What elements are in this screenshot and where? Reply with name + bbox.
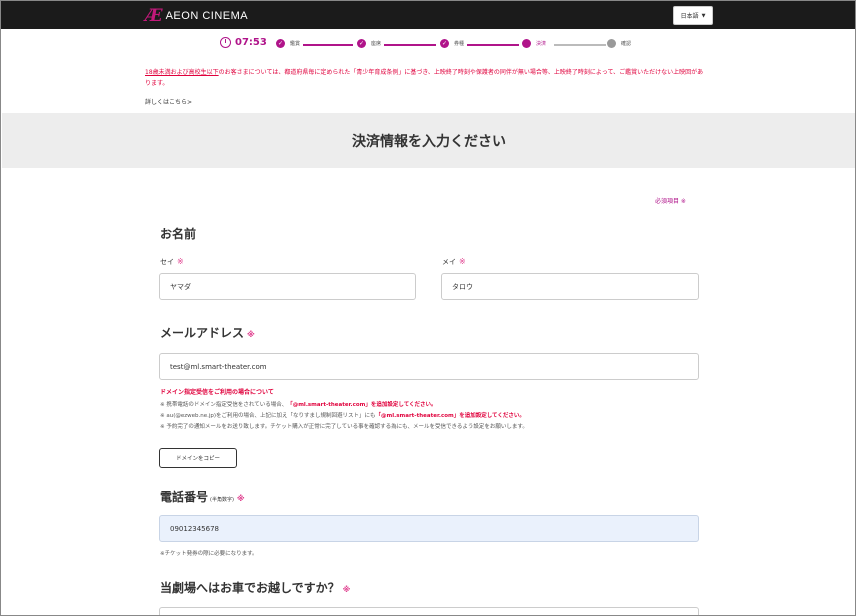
step-connector xyxy=(303,44,353,46)
phone-input[interactable]: 09012345678 xyxy=(159,515,699,542)
phone-section-title: 電話番号 (半角数字) ※ xyxy=(160,488,245,505)
email-note-2: ※ au(@ezweb.ne.jp)をご利用の場合、上記に加え「なりすまし規制回… xyxy=(160,411,720,422)
sei-value: ヤマダ xyxy=(170,282,191,291)
logo-mark-icon: Æ xyxy=(145,5,163,26)
timer-value: 07:53 xyxy=(235,37,267,48)
caret-down-icon: ▼ xyxy=(701,12,706,19)
page-title: 決済情報を入力ください xyxy=(352,133,506,150)
copy-domain-button[interactable]: ドメインをコピー xyxy=(159,448,237,468)
note-text: ※ 携帯電話のドメイン指定受信をされている場合、 xyxy=(160,402,288,408)
step-label: 鑑賞 xyxy=(290,41,301,47)
language-value: 日本語 xyxy=(680,13,699,20)
aeon-cinema-logo[interactable]: Æ AEON CINEMA xyxy=(145,7,248,25)
sei-label-text: セイ xyxy=(160,258,174,266)
step-connector xyxy=(554,44,606,46)
email-note-1: ※ 携帯電話のドメイン指定受信をされている場合、「@ml.smart-theat… xyxy=(160,400,720,411)
pending-step-dot-icon xyxy=(607,39,616,48)
countdown-timer: 07:53 xyxy=(220,37,267,48)
notice-highlight[interactable]: 18歳未満および高校生以下 xyxy=(145,69,219,76)
detail-link[interactable]: 詳しくはこちら> xyxy=(145,97,192,106)
email-input[interactable]: test@ml.smart-theater.com xyxy=(159,353,699,380)
step-label: 券種 xyxy=(454,41,465,47)
required-mark-icon: ※ xyxy=(342,585,351,594)
domain-warning-title: ドメイン指定受信をご利用の場合について xyxy=(160,389,274,396)
step-1: ✓ 鑑賞 xyxy=(276,39,300,48)
email-value: test@ml.smart-theater.com xyxy=(170,362,267,371)
email-notes: ※ 携帯電話のドメイン指定受信をされている場合、「@ml.smart-theat… xyxy=(160,400,720,433)
required-note: 必須項目 ※ xyxy=(655,198,686,205)
sei-label: セイ ※ xyxy=(160,257,184,267)
phone-value: 09012345678 xyxy=(170,524,219,533)
notice-text: のお客さまについては、都道府県毎に定められた「青少年育成条例」に基づき、上映終了… xyxy=(145,69,704,87)
required-mark-icon: ※ xyxy=(177,257,184,266)
current-step-dot-icon xyxy=(522,39,531,48)
step-connector xyxy=(467,44,519,46)
language-select[interactable]: 日本語 ▼ xyxy=(673,6,713,25)
note-text: ※ au(@ezweb.ne.jp)をご利用の場合、上記に加え「なりすまし規制回… xyxy=(160,413,376,419)
mei-label: メイ ※ xyxy=(442,257,466,267)
step-connector xyxy=(384,44,436,46)
check-icon: ✓ xyxy=(440,39,449,48)
note-emphasis: 「@ml.smart-theater.com」を追加設定してください。 xyxy=(287,402,437,408)
purchase-progress: 07:53 ✓ 鑑賞 ✓ 座席 ✓ 券種 決済 確認 xyxy=(220,37,640,51)
mei-value: タロウ xyxy=(452,282,473,291)
step-label: 確認 xyxy=(621,41,632,47)
phone-title-sub: (半角数字) xyxy=(210,497,234,503)
page-title-band: 決済情報を入力ください xyxy=(2,113,855,168)
step-label: 決済 xyxy=(536,41,547,47)
check-icon: ✓ xyxy=(357,39,366,48)
car-section-title: 当劇場へはお車でお越しですか？ ※ xyxy=(160,579,350,596)
phone-title-text: 電話番号 xyxy=(160,490,209,504)
phone-note: ※チケット発券の際に必要になります。 xyxy=(160,551,258,557)
check-icon: ✓ xyxy=(276,39,285,48)
top-header: Æ AEON CINEMA 日本語 ▼ xyxy=(1,1,855,29)
note-emphasis: 「@ml.smart-theater.com」を追加設定してください。 xyxy=(375,413,525,419)
step-4-current: 決済 xyxy=(522,39,546,48)
page-frame: Æ AEON CINEMA 日本語 ▼ 07:53 ✓ 鑑賞 ✓ 座席 ✓ 券種 xyxy=(0,0,856,616)
mei-label-text: メイ xyxy=(442,258,456,266)
email-section-title: メールアドレス ※ xyxy=(160,324,255,341)
mei-input[interactable]: タロウ xyxy=(441,273,699,300)
logo-text: AEON CINEMA xyxy=(165,10,249,22)
required-mark-icon: ※ xyxy=(236,494,245,503)
name-section-title: お名前 xyxy=(160,225,196,242)
car-select[interactable] xyxy=(159,607,699,615)
sei-input[interactable]: ヤマダ xyxy=(159,273,416,300)
required-mark-icon: ※ xyxy=(247,330,255,339)
step-3: ✓ 券種 xyxy=(440,39,464,48)
clock-icon xyxy=(220,37,231,48)
email-title-text: メールアドレス xyxy=(160,326,245,340)
age-restriction-notice: 18歳未満および高校生以下のお客さまについては、都道府県毎に定められた「青少年育… xyxy=(145,67,705,89)
name-title-text: お名前 xyxy=(160,227,197,241)
required-mark-icon: ※ xyxy=(459,257,466,266)
step-5: 確認 xyxy=(607,39,631,48)
email-note-3: ※ 予約完了の通知メールをお送り致します。チケット購入が正常に完了している事を確… xyxy=(160,424,528,430)
car-title-text: 当劇場へはお車でお越しですか？ xyxy=(160,581,340,595)
step-2: ✓ 座席 xyxy=(357,39,381,48)
step-label: 座席 xyxy=(371,41,382,47)
